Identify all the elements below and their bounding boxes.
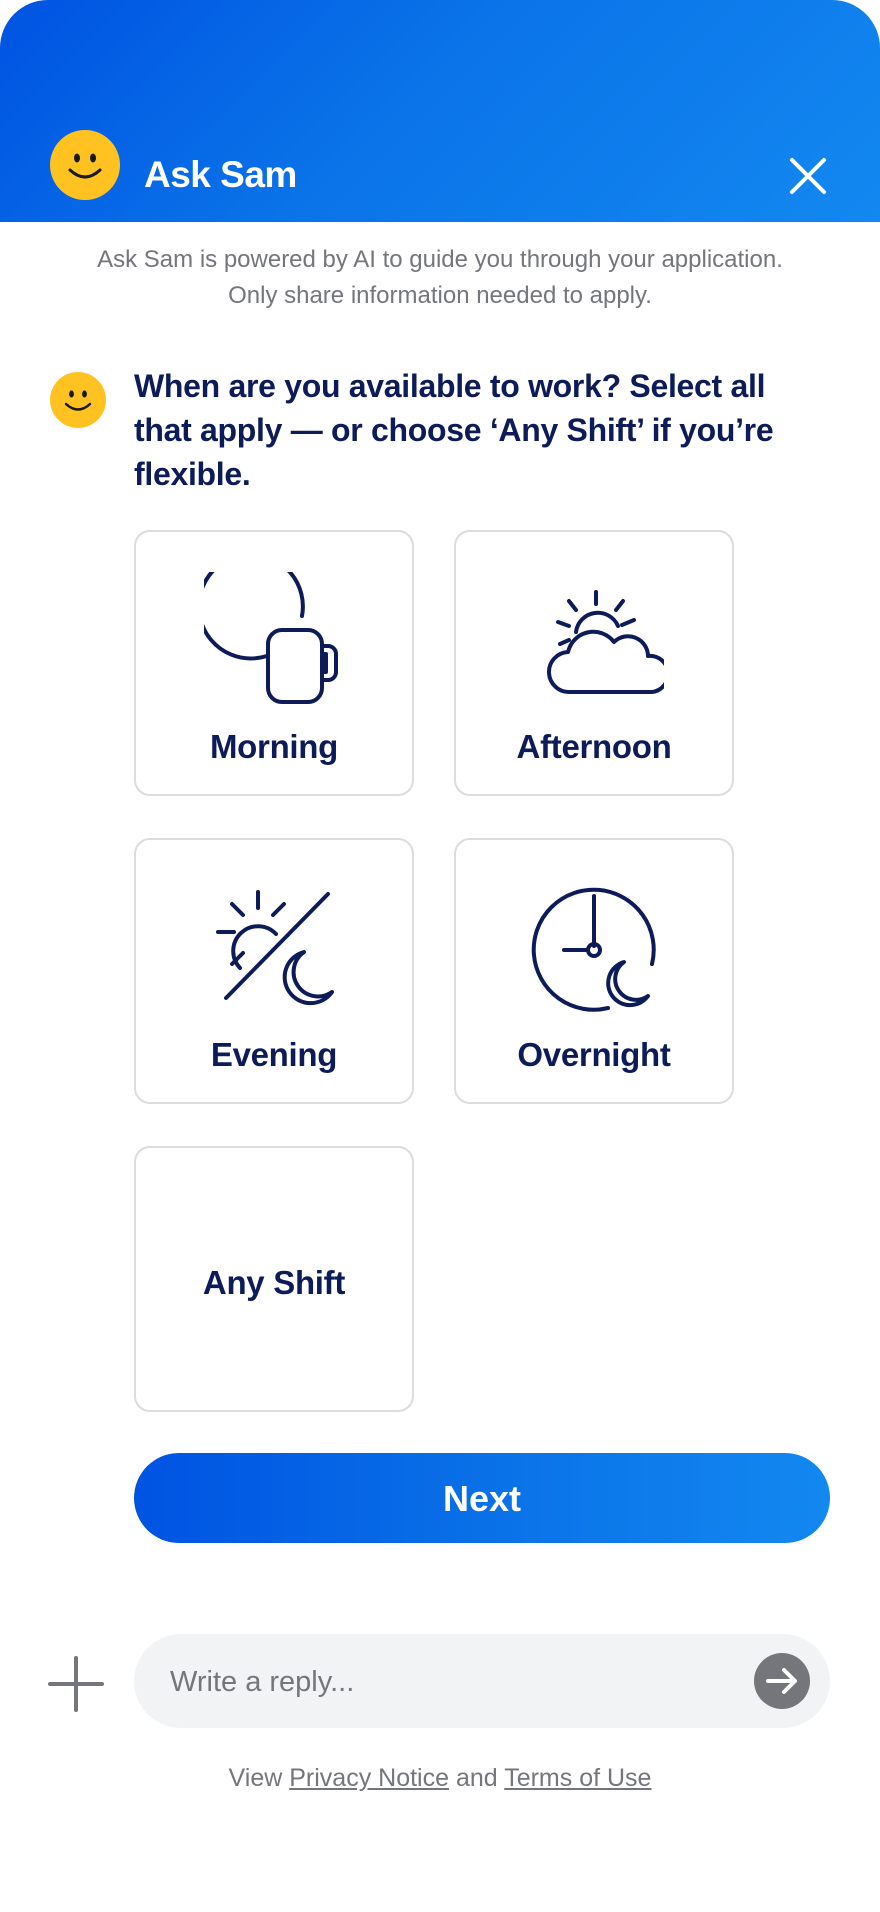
bot-question: When are you available to work? Select a… [134,368,774,492]
reply-box [134,1634,830,1728]
footer-conjunction: and [455,1764,498,1792]
option-evening[interactable]: Evening [134,838,414,1104]
option-afternoon[interactable]: Afternoon [454,530,734,796]
option-label: Evening [210,1036,338,1073]
next-button[interactable]: Next [134,1453,830,1543]
morning-coffee-icon [204,572,338,704]
option-morning[interactable]: Morning [134,530,414,796]
sun-moon-icon [216,890,334,1006]
close-button[interactable] [780,148,836,204]
clock-moon-icon [531,887,656,1012]
reply-input[interactable] [168,1656,732,1708]
privacy-notice-link[interactable]: Privacy Notice [289,1764,449,1792]
ai-disclaimer: Ask Sam is powered by AI to guide you th… [0,242,880,314]
plus-icon[interactable] [46,1654,106,1714]
footer-prefix: View [228,1764,283,1792]
chat-header: Ask Sam [0,0,880,222]
option-label: Overnight [517,1036,671,1073]
sun-cloud-icon [546,590,664,695]
option-label: Morning [209,728,339,765]
option-overnight[interactable]: Overnight [454,838,734,1104]
option-label: Afternoon [516,728,672,765]
close-icon [790,158,826,194]
terms-of-use-link[interactable]: Terms of Use [504,1764,651,1792]
disclaimer-line-2: Only share information needed to apply. [228,282,652,309]
option-label: Any Shift [202,1264,346,1301]
legal-footer: View Privacy Notice and Terms of Use [0,1764,880,1793]
disclaimer-line-1: Ask Sam is powered by AI to guide you th… [97,246,783,273]
option-any-shift[interactable]: Any Shift [134,1146,414,1412]
send-arrow-icon[interactable] [754,1653,810,1709]
chat-title: Ask Sam [144,154,297,195]
smiley-icon [50,130,120,200]
smiley-icon [50,372,106,428]
